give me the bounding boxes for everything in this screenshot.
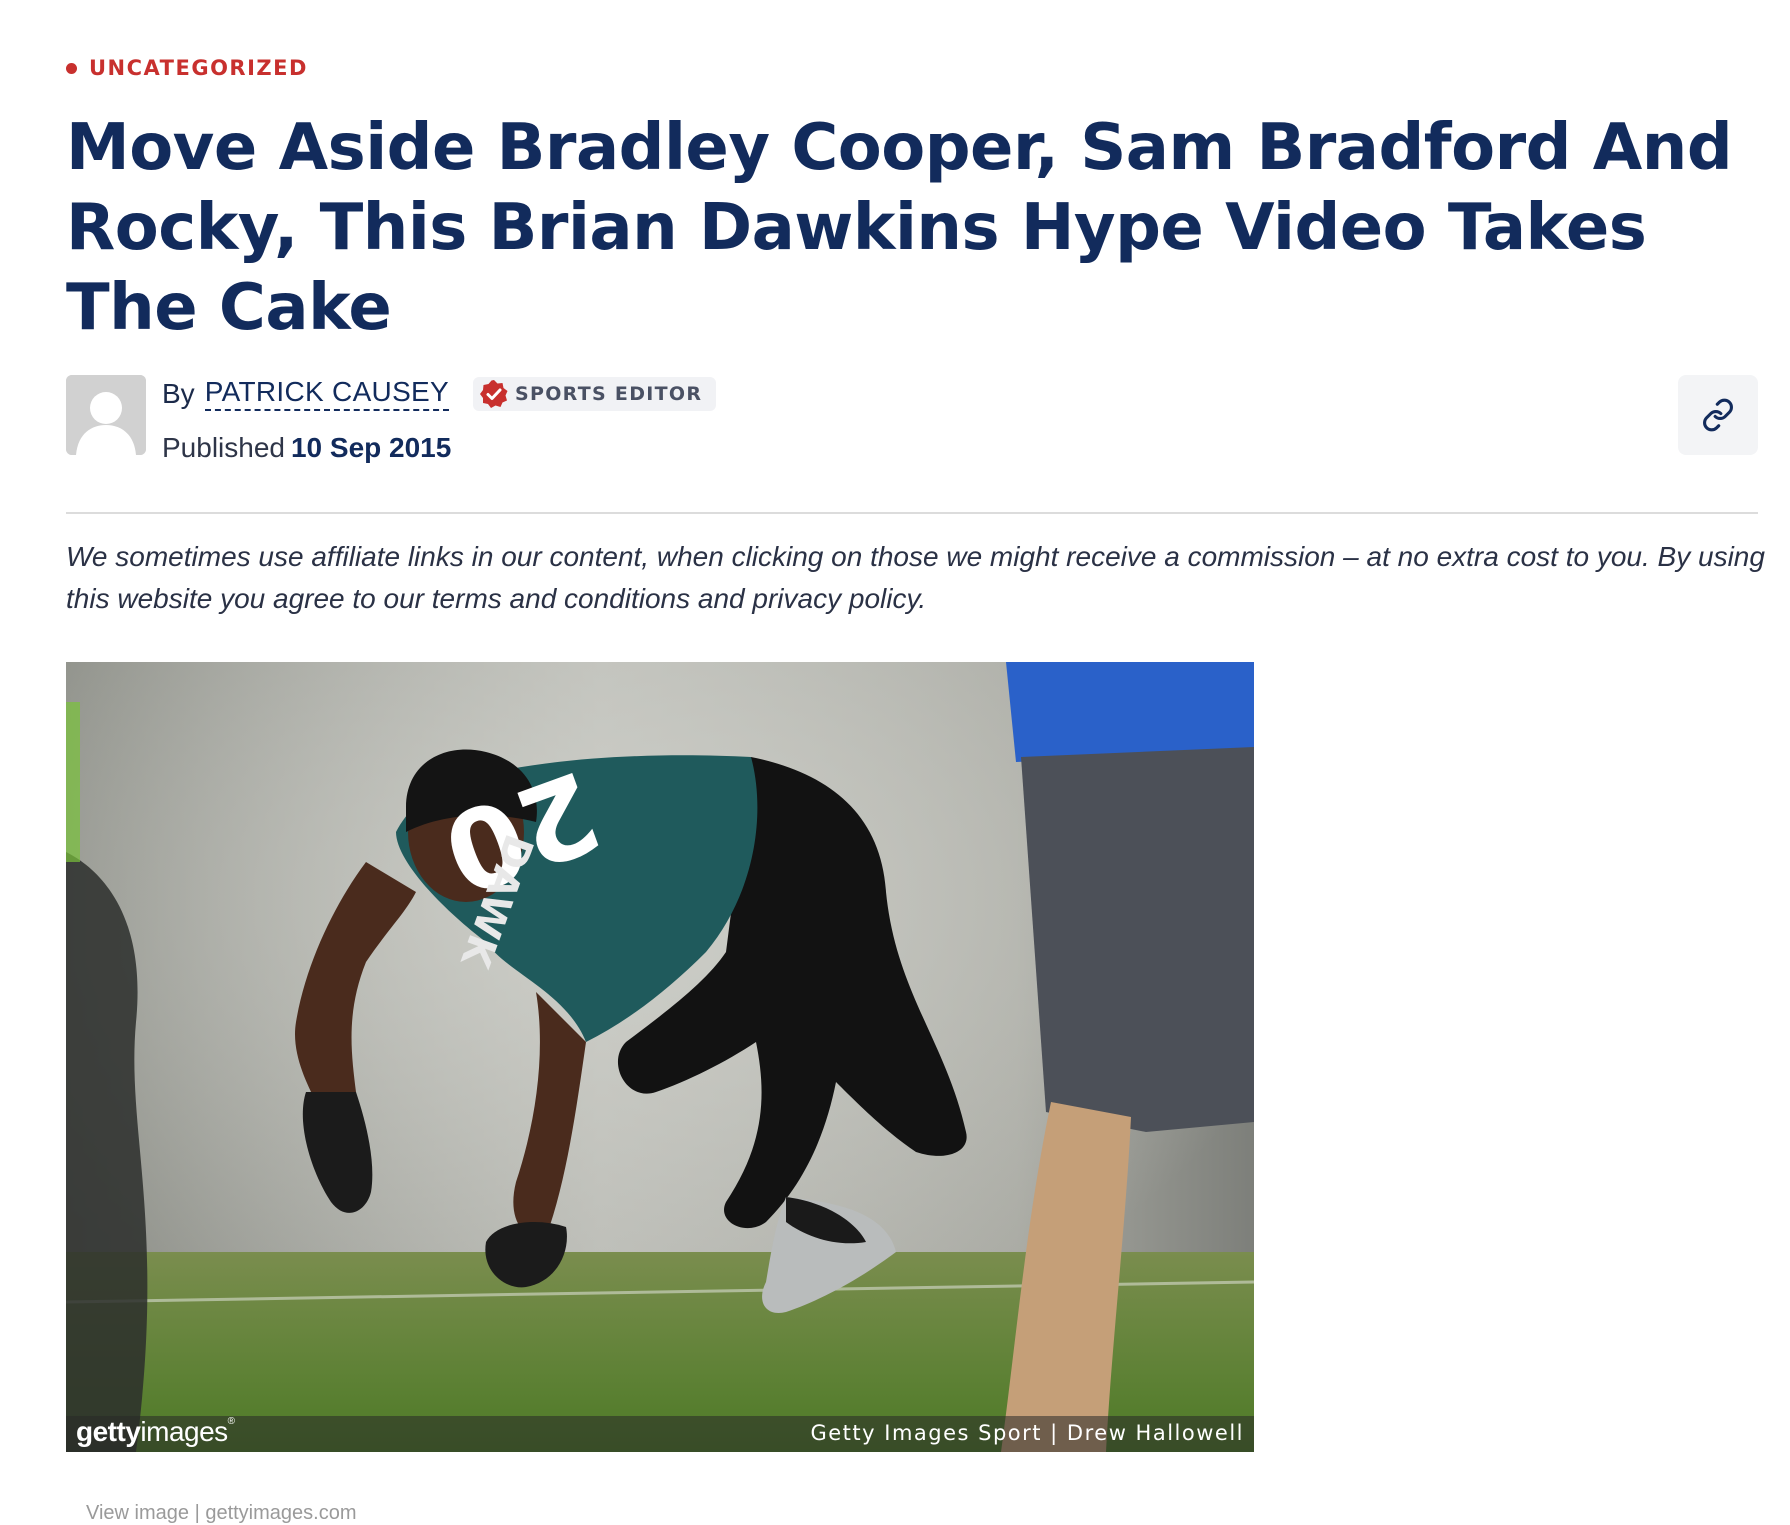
avatar-placeholder-icon bbox=[66, 375, 146, 455]
photo-scene: 20 DAWK bbox=[66, 662, 1254, 1452]
published-info: Published 10 Sep 2015 bbox=[162, 432, 451, 464]
article-title: Move Aside Bradley Cooper, Sam Bradford … bbox=[66, 111, 1733, 345]
by-label: By bbox=[162, 377, 195, 409]
registered-mark-icon: ® bbox=[227, 1416, 235, 1427]
getty-logo-bold: getty bbox=[76, 1416, 141, 1447]
image-credit: Getty Images Sport | Drew Hallowell bbox=[810, 1421, 1244, 1445]
getty-images-logo: gettyimages® bbox=[76, 1416, 235, 1448]
author-role-label: SPORTS EDITOR bbox=[515, 382, 703, 405]
byline: By PATRICK CAUSEY SPORTS EDITOR bbox=[162, 376, 717, 411]
published-label: Published bbox=[162, 432, 285, 463]
copy-link-button[interactable] bbox=[1678, 375, 1758, 455]
category-tag[interactable]: UNCATEGORIZED bbox=[66, 56, 308, 80]
author-avatar[interactable] bbox=[66, 375, 146, 455]
article-image[interactable]: 20 DAWK gettyimages® Getty Images Sport … bbox=[66, 662, 1254, 1452]
verified-badge-icon bbox=[480, 379, 508, 408]
author-role-badge: SPORTS EDITOR bbox=[473, 376, 717, 411]
link-icon bbox=[1703, 398, 1733, 432]
category-link[interactable]: UNCATEGORIZED bbox=[89, 56, 308, 80]
author-link[interactable]: PATRICK CAUSEY bbox=[204, 376, 450, 411]
published-date: 10 Sep 2015 bbox=[290, 432, 452, 463]
getty-logo-regular: images bbox=[140, 1416, 228, 1447]
affiliate-disclaimer: We sometimes use affiliate links in our … bbox=[66, 541, 1765, 614]
byline-divider bbox=[66, 512, 1758, 514]
category-dot bbox=[66, 62, 77, 74]
